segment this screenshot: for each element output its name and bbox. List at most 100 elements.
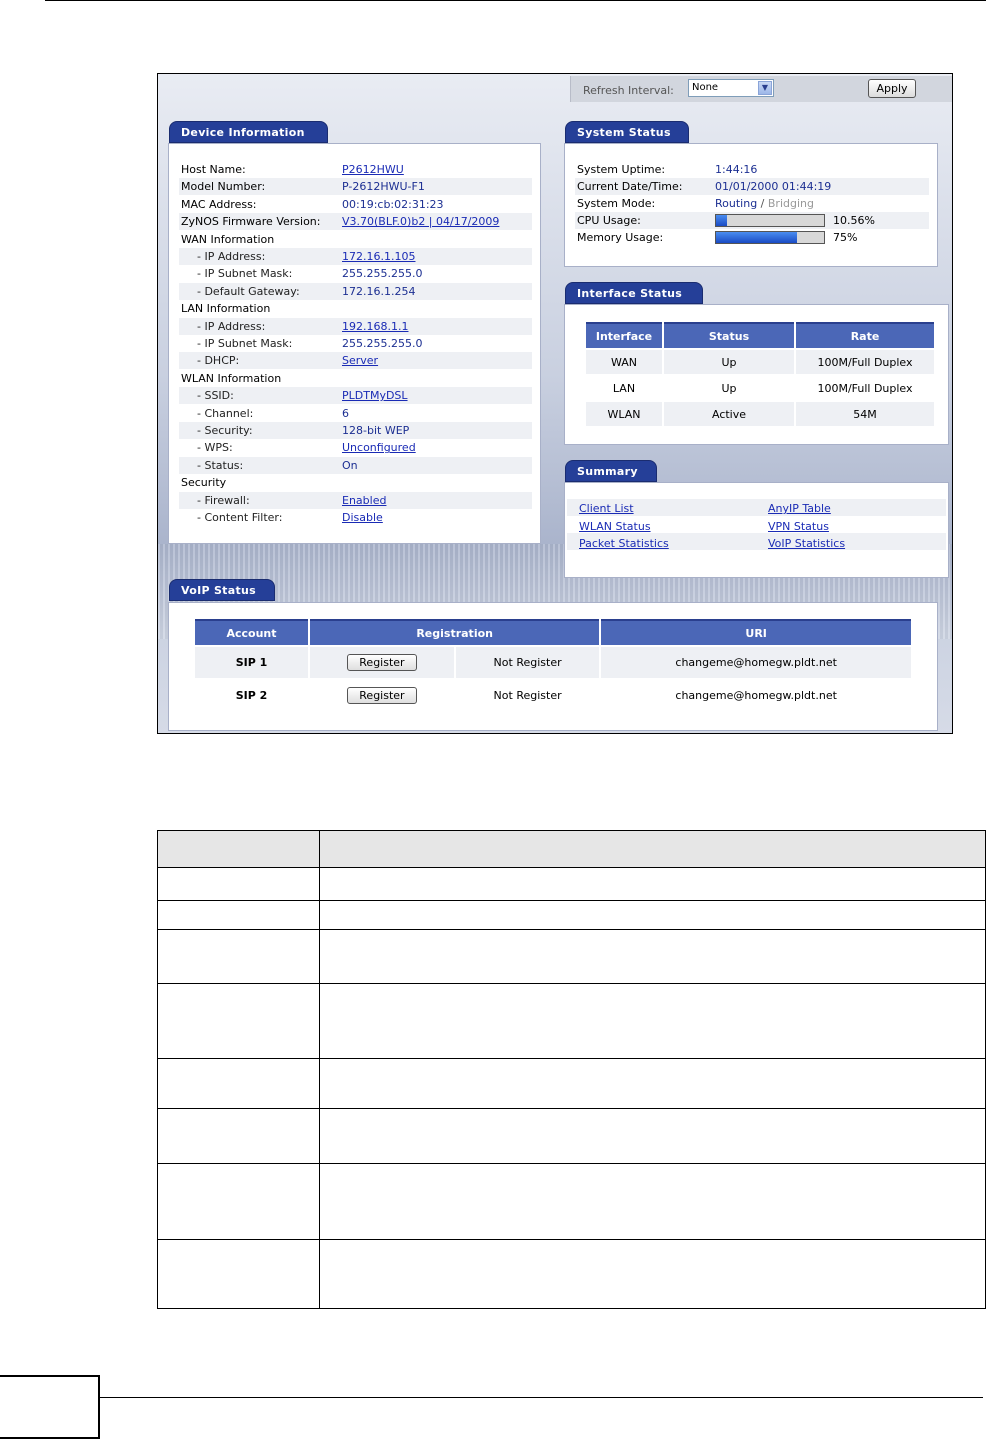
device-info-link[interactable]: Server [342, 352, 378, 369]
client-list-link[interactable]: Client List [579, 502, 634, 515]
page-number-box [0, 1375, 100, 1439]
table-row: WAN Up 100M/Full Duplex [586, 350, 934, 374]
refresh-interval-value: None [692, 82, 719, 93]
device-info-value: 00:19:cb:02:31:23 [342, 197, 444, 211]
device-info-label: - WPS: [197, 441, 233, 455]
mode-separator: / [757, 197, 768, 210]
device-info-link[interactable]: 172.16.1.105 [342, 248, 415, 265]
device-info-link[interactable]: Disable [342, 509, 383, 526]
voip-uri: changeme@homegw.pldt.net [675, 689, 837, 702]
cpu-usage-fill [716, 215, 728, 226]
device-info-value: P-2612HWU-F1 [342, 180, 425, 194]
device-info-row: - IP Address: 192.168.1.1 [179, 317, 532, 335]
device-info-row: - IP Subnet Mask: 255.255.255.0 [179, 265, 532, 282]
device-info-value: 255.255.255.0 [342, 337, 423, 350]
interface-header-interface: Interface [586, 322, 662, 348]
table-row [157, 867, 986, 901]
device-info-row: WLAN Information [179, 370, 532, 387]
vpn-status-link[interactable]: VPN Status [768, 520, 829, 533]
device-info-row: Model Number: P-2612HWU-F1 [179, 178, 532, 196]
interface-status-panel: Interface Status Rate WAN Up 100M/Full D… [564, 304, 949, 445]
system-mode-label: System Mode: [577, 197, 656, 210]
chevron-down-icon[interactable]: ▼ [758, 81, 772, 95]
register-button[interactable]: Register [346, 687, 417, 704]
device-info-link[interactable]: 192.168.1.1 [342, 318, 408, 335]
voip-table: Account Registration URI SIP 1 Register … [193, 617, 913, 713]
device-info-row: - Firewall: Enabled [179, 491, 532, 509]
device-info-row: ZyNOS Firmware Version: V3.70(BLF.0)b2 | … [179, 213, 532, 231]
voip-account: SIP 1 [195, 647, 309, 678]
device-info-row: - IP Subnet Mask: 255.255.255.0 [179, 335, 532, 352]
memory-row: Memory Usage: 75% [575, 229, 929, 246]
device-info-row: - Security: 128-bit WEP [179, 422, 532, 439]
summary-panel: Client List AnyIP Table WLAN Status VPN … [564, 482, 949, 578]
register-button[interactable]: Register [346, 654, 417, 671]
device-info-link[interactable]: P2612HWU [342, 161, 404, 178]
interface-name: LAN [612, 381, 636, 395]
device-info-link[interactable]: V3.70(BLF.0)b2 | 04/17/2009 [342, 213, 499, 230]
device-info-label: - IP Subnet Mask: [197, 267, 293, 281]
device-info-label: WLAN Information [181, 371, 282, 385]
device-info-row: - Channel: 6 [179, 405, 532, 422]
packet-statistics-link[interactable]: Packet Statistics [579, 537, 669, 550]
refresh-interval-select[interactable]: None ▼ [688, 79, 774, 97]
refresh-interval-label: Refresh Interval: [583, 84, 674, 97]
table-row: SIP 1 Register Not Register changeme@hom… [195, 647, 911, 678]
wlan-status-link[interactable]: WLAN Status [579, 520, 651, 533]
table-row [157, 1108, 986, 1164]
device-info-label: - Security: [197, 424, 253, 437]
device-info-row: - WPS: Unconfigured [179, 439, 532, 456]
device-info-label: - Firewall: [197, 493, 250, 507]
anyip-table-link[interactable]: AnyIP Table [768, 502, 831, 515]
device-info-link[interactable]: PLDTMyDSL [342, 387, 408, 404]
mode-routing: Routing [715, 197, 758, 210]
voip-statistics-link[interactable]: VoIP Statistics [768, 537, 845, 550]
device-info-row: - Content Filter: Disable [179, 509, 532, 526]
uptime-value: 1:44:16 [715, 163, 758, 176]
interface-rate: 100M/Full Duplex [796, 350, 934, 374]
table-header-cell [319, 830, 986, 868]
interface-rate: 100M/Full Duplex [817, 381, 913, 395]
cpu-label: CPU Usage: [577, 214, 641, 227]
memory-usage-text: 75% [833, 231, 858, 244]
cpu-usage-text: 10.56% [833, 214, 875, 227]
system-status-panel: System Uptime: 1:44:16 Current Date/Time… [564, 143, 938, 267]
device-info-value: On [342, 458, 358, 472]
voip-header-uri: URI [601, 619, 911, 645]
interface-status: Active [664, 402, 794, 426]
voip-account: SIP 2 [235, 689, 268, 702]
device-info-label: - IP Subnet Mask: [197, 337, 293, 350]
voip-header-registration: Registration [310, 619, 600, 645]
interface-status: Up [664, 350, 794, 374]
device-info-row: - IP Address: 172.16.1.105 [179, 248, 532, 265]
device-info-label: ZyNOS Firmware Version: [181, 215, 321, 229]
device-info-label: MAC Address: [181, 197, 257, 211]
device-info-row: Host Name: P2612HWU [179, 161, 532, 178]
device-info-link[interactable]: Unconfigured [342, 439, 416, 456]
interface-status: Up [721, 381, 737, 395]
device-info-row: - DHCP: Server [179, 352, 532, 370]
register-cell: Register [310, 680, 454, 711]
device-info-value: 172.16.1.254 [342, 284, 416, 298]
device-info-link[interactable]: Enabled [342, 492, 386, 509]
interface-table: Interface Status Rate WAN Up 100M/Full D… [584, 320, 936, 428]
device-info-tab: Device Information [169, 121, 328, 143]
datetime-row: Current Date/Time: 01/01/2000 01:44:19 [575, 178, 929, 195]
apply-button[interactable]: Apply [868, 79, 916, 98]
table-row: SIP 2 Register Not Register changeme@hom… [195, 680, 911, 711]
table-row [157, 983, 986, 1059]
device-info-row: Security [179, 474, 532, 491]
summary-tab: Summary [565, 460, 657, 482]
device-info-row: WAN Information [179, 231, 532, 248]
system-status-tab: System Status [565, 121, 689, 143]
voip-registration-status: Not Register [493, 689, 562, 702]
device-info-label: Host Name: [181, 163, 246, 176]
table-row [157, 1058, 986, 1109]
system-mode-value: Routing / Bridging [715, 195, 814, 212]
footer-rule [100, 1397, 983, 1398]
table-header-cell [157, 830, 320, 868]
device-info-value: 6 [342, 406, 349, 420]
table-row [157, 900, 986, 930]
device-info-value: 255.255.255.0 [342, 267, 423, 281]
cpu-usage-bar [715, 214, 825, 227]
